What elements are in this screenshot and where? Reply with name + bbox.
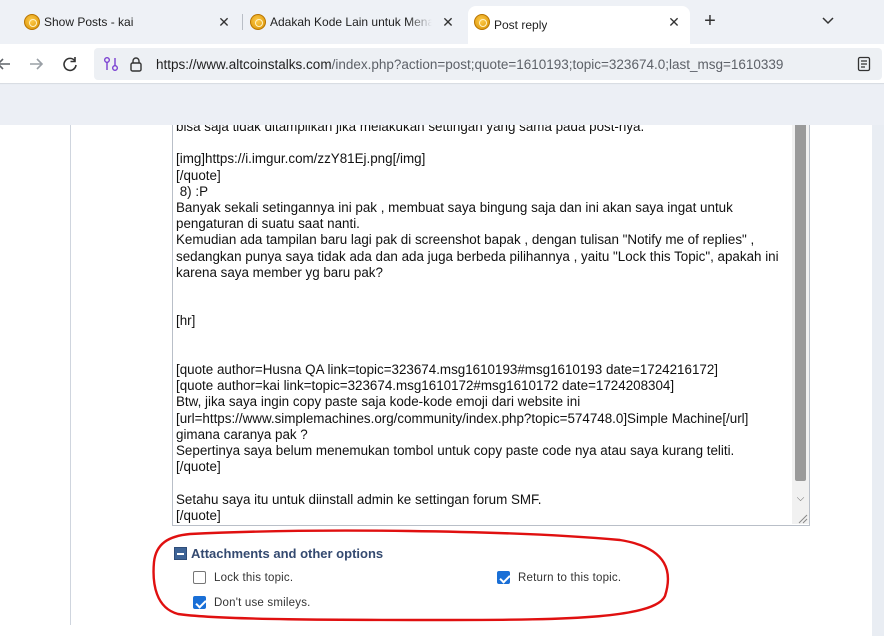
close-tab-icon[interactable]: ✕ xyxy=(216,14,232,30)
reload-icon[interactable] xyxy=(60,54,80,74)
tab-post-reply[interactable]: Post reply ✕ xyxy=(468,6,690,44)
reader-view-icon[interactable] xyxy=(856,56,872,72)
altcoinstalks-favicon-icon xyxy=(474,14,490,30)
url-host: https://www.altcoinstalks.com xyxy=(156,57,332,72)
red-annotation-circle xyxy=(152,529,670,622)
site-permissions-icon[interactable] xyxy=(102,55,120,73)
tab-show-posts[interactable]: Show Posts - kai ✕ xyxy=(18,6,240,38)
altcoinstalks-favicon-icon xyxy=(250,14,266,30)
address-bar[interactable]: https://www.altcoinstalks.com/index.php?… xyxy=(94,48,882,80)
tab-title: Adakah Kode Lain untuk Menam xyxy=(270,15,432,29)
lock-icon[interactable] xyxy=(128,56,144,72)
browser-toolbar: https://www.altcoinstalks.com/index.php?… xyxy=(0,44,884,84)
content-frame-border xyxy=(70,125,71,625)
new-tab-button[interactable]: + xyxy=(700,10,720,32)
tab-title: Show Posts - kai xyxy=(44,15,134,29)
scroll-down-arrow-icon[interactable]: ⌵ xyxy=(795,494,806,504)
textarea-scrollbar[interactable]: ⌵ xyxy=(792,125,809,524)
tab-adakah-kode[interactable]: Adakah Kode Lain untuk Menam ✕ xyxy=(244,6,464,38)
page-right-gutter xyxy=(872,125,884,636)
forward-arrow-icon[interactable] xyxy=(26,54,46,74)
url-text: https://www.altcoinstalks.com/index.php?… xyxy=(156,57,783,72)
tab-search-chevron-icon[interactable] xyxy=(820,12,836,28)
message-body-text: bisa saja tidak ditampilkan jika melakuk… xyxy=(176,125,779,523)
back-arrow-icon[interactable] xyxy=(0,54,14,74)
tab-title: Post reply xyxy=(494,18,548,32)
page-background xyxy=(0,85,884,125)
message-textarea[interactable]: bisa saja tidak ditampilkan jika melakuk… xyxy=(172,125,810,526)
resize-grip-icon[interactable] xyxy=(796,511,808,524)
tab-divider xyxy=(242,14,243,30)
browser-tab-strip: Show Posts - kai ✕ Adakah Kode Lain untu… xyxy=(0,0,884,44)
scrollbar-thumb[interactable] xyxy=(795,125,806,481)
url-path: /index.php?action=post;quote=1610193;top… xyxy=(331,57,784,72)
altcoinstalks-favicon-icon xyxy=(24,14,40,30)
close-tab-icon[interactable]: ✕ xyxy=(440,14,456,30)
close-tab-icon[interactable]: ✕ xyxy=(666,14,682,30)
